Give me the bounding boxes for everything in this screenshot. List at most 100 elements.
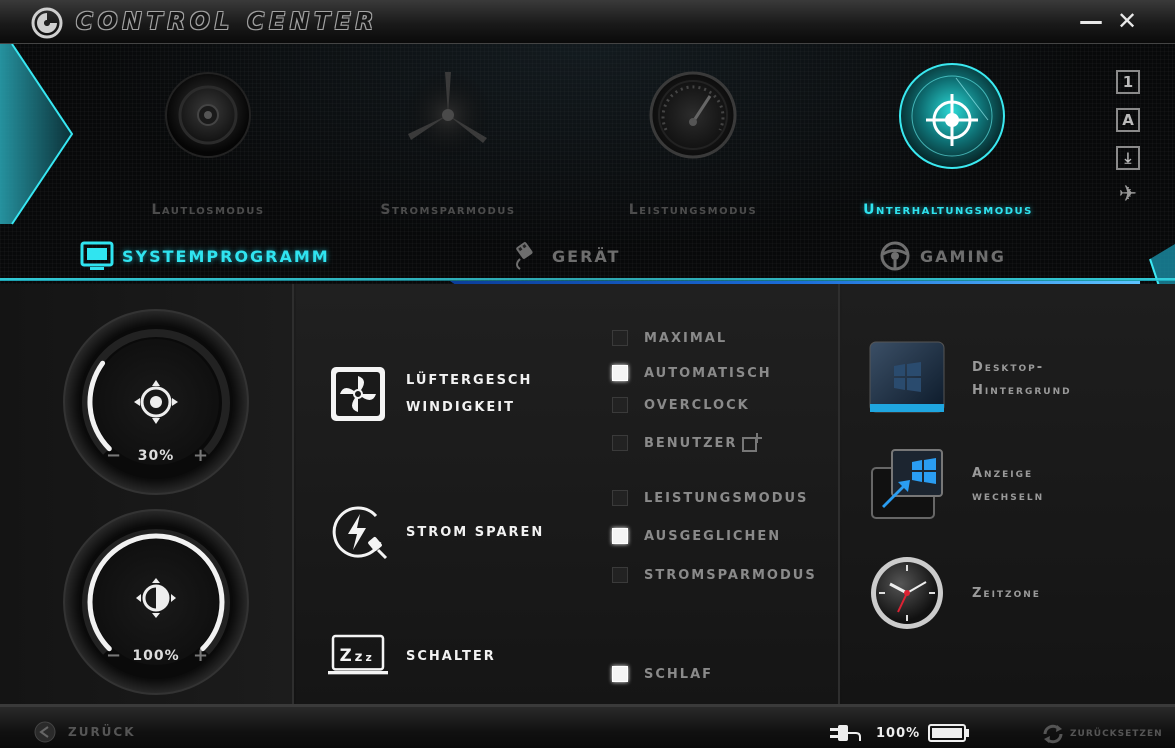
checkbox[interactable] [612, 490, 628, 506]
fan-option-benutzer[interactable]: BENUTZER [612, 432, 763, 454]
option-label: SCHLAF [644, 666, 714, 682]
fan-speed-label-line2: WINDIGKEIT [406, 400, 516, 415]
timezone-label-line1: Zeitzone [972, 585, 1041, 601]
fan-icon [331, 367, 385, 421]
desktop-background-label: Desktop- Hintergrund [972, 356, 1072, 402]
switch-option-schlaf[interactable]: SCHLAF [612, 666, 713, 682]
mode-stromsparmodus[interactable]: Stromsparmodus [328, 60, 568, 220]
windows-desktop-icon [869, 341, 945, 413]
option-label: LEISTUNGSMODUS [644, 490, 809, 506]
fan-option-maximal[interactable]: MAXIMAL [612, 330, 727, 346]
checkbox[interactable] [612, 567, 628, 583]
monitor-icon [80, 241, 114, 270]
download-icon[interactable]: ⤓ [1116, 146, 1140, 170]
back-button[interactable]: ZURÜCK [34, 721, 136, 743]
tab-systemprogramm[interactable]: SYSTEMPROGRAMM [80, 240, 330, 272]
volume-dial[interactable]: − 30% + [60, 306, 252, 498]
mode-label: Lautlosmodus [151, 202, 265, 218]
speaker-icon [165, 72, 251, 158]
usb-plug-icon [516, 242, 533, 270]
shortcut-panel: Desktop- Hintergrund Anzeige wechseln Ze… [842, 284, 1175, 704]
app-title: CONTROL CENTER [76, 9, 379, 35]
back-label: ZURÜCK [68, 725, 136, 739]
timezone-link[interactable]: Zeitzone [868, 554, 1041, 632]
tab-label: GAMING [920, 246, 1006, 266]
fan-option-automatisch[interactable]: AUTOMATISCH [612, 365, 772, 381]
timezone-label: Zeitzone [972, 582, 1041, 605]
power-option-stromsparmodus[interactable]: STROMSPARMODUS [612, 567, 817, 583]
svg-text:Z: Z [340, 646, 352, 665]
brightness-value: 100% [132, 648, 180, 664]
volume-dial-ring [63, 309, 249, 495]
tab-gaming[interactable]: GAMING [878, 240, 1006, 272]
airplane-icon[interactable]: ✈ [1116, 184, 1140, 208]
option-label: MAXIMAL [644, 330, 728, 346]
dial-panel: − 30% + − 100% + [0, 284, 294, 704]
svg-text:z: z [366, 651, 372, 664]
category-tabs: SYSTEMPROGRAMM GERÄT GAMING [0, 234, 1175, 278]
switch-display-link[interactable]: Anzeige wechseln [868, 446, 1044, 524]
steering-wheel-icon [880, 241, 910, 271]
tab-geraet[interactable]: GERÄT [510, 240, 620, 272]
power-option-leistungsmodus[interactable]: LEISTUNGSMODUS [612, 490, 808, 506]
option-label: STROMSPARMODUS [644, 567, 817, 583]
option-label: AUSGEGLICHEN [644, 528, 782, 544]
power-saving-label: STROM SPAREN [406, 524, 545, 540]
checkbox[interactable] [612, 435, 628, 451]
add-custom-profile-icon[interactable] [741, 432, 763, 454]
desktop-background-label-line2: Hintergrund [972, 383, 1072, 398]
fan-option-overclock[interactable]: OVERCLOCK [612, 397, 750, 413]
settings-panel: LÜFTERGESCH WINDIGKEIT STROM SPAREN Z z … [296, 284, 840, 704]
brightness-dial-ring [63, 509, 249, 695]
close-button[interactable]: ✕ [1114, 8, 1140, 34]
tab-label: SYSTEMPROGRAMM [122, 246, 330, 266]
sleep-laptop-icon: Z z z [328, 634, 388, 675]
mode-lautlosmodus[interactable]: Lautlosmodus [88, 60, 328, 220]
switch-feature: Z z z SCHALTER [328, 626, 496, 686]
reset-arrows-icon [1043, 724, 1063, 744]
fan-speed-label: LÜFTERGESCH WINDIGKEIT [406, 367, 532, 421]
back-arrow-icon [34, 721, 56, 743]
mode-leistungsmodus[interactable]: Leistungsmodus [573, 60, 813, 220]
switch-label: SCHALTER [406, 648, 496, 664]
fan-speed-label-line1: LÜFTERGESCH [406, 373, 533, 388]
checkbox[interactable] [612, 365, 628, 381]
svg-text:z: z [355, 650, 363, 665]
minimize-button[interactable]: — [1078, 8, 1104, 34]
switch-display-label: Anzeige wechseln [972, 462, 1044, 508]
side-icon-column: 1 A ⤓ ✈ [1116, 70, 1142, 222]
mode-label: Stromsparmodus [380, 202, 516, 218]
clock-icon [871, 557, 943, 629]
checkbox[interactable] [612, 528, 628, 544]
battery-percentage: 100% [876, 725, 921, 741]
reset-button[interactable]: ZURÜCKSETZEN [1040, 721, 1163, 747]
mode-label: Leistungsmodus [628, 202, 758, 218]
volume-increase-button[interactable]: + [193, 445, 208, 466]
wind-turbine-icon [404, 71, 492, 159]
volume-value: 30% [137, 448, 175, 464]
tab-label: GERÄT [552, 246, 621, 266]
power-option-ausgeglichen[interactable]: AUSGEGLICHEN [612, 528, 781, 544]
ac-plug-icon [830, 725, 861, 741]
control-center-window: CONTROL CENTER — ✕ Lautlosmodus Stromspa… [0, 0, 1175, 748]
desktop-background-link[interactable]: Desktop- Hintergrund [868, 340, 1072, 418]
power-saving-icon [332, 506, 388, 560]
text-a-icon[interactable]: A [1116, 108, 1140, 132]
profile-one-icon[interactable]: 1 [1116, 70, 1140, 94]
desktop-background-label-line1: Desktop- [972, 360, 1045, 375]
switch-display-label-line1: Anzeige [972, 466, 1034, 481]
reset-label: ZURÜCKSETZEN [1070, 729, 1163, 739]
checkbox[interactable] [612, 330, 628, 346]
battery-status: 100% [830, 723, 970, 743]
content-area: − 30% + − 100% + LÜFTERGESCH WINDIGKEIT … [0, 284, 1175, 704]
switch-display-label-line2: wechseln [972, 489, 1045, 504]
mode-unterhaltungsmodus[interactable]: Unterhaltungsmodus [828, 60, 1068, 220]
crosshair-radar-icon [899, 63, 1005, 169]
checkbox[interactable] [612, 666, 628, 682]
fan-speed-feature: LÜFTERGESCH WINDIGKEIT [328, 364, 532, 424]
battery-icon [928, 724, 970, 742]
speedometer-icon [649, 71, 737, 159]
brightness-dial[interactable]: − 100% + [60, 506, 252, 698]
checkbox[interactable] [612, 397, 628, 413]
brightness-increase-button[interactable]: + [193, 645, 208, 666]
